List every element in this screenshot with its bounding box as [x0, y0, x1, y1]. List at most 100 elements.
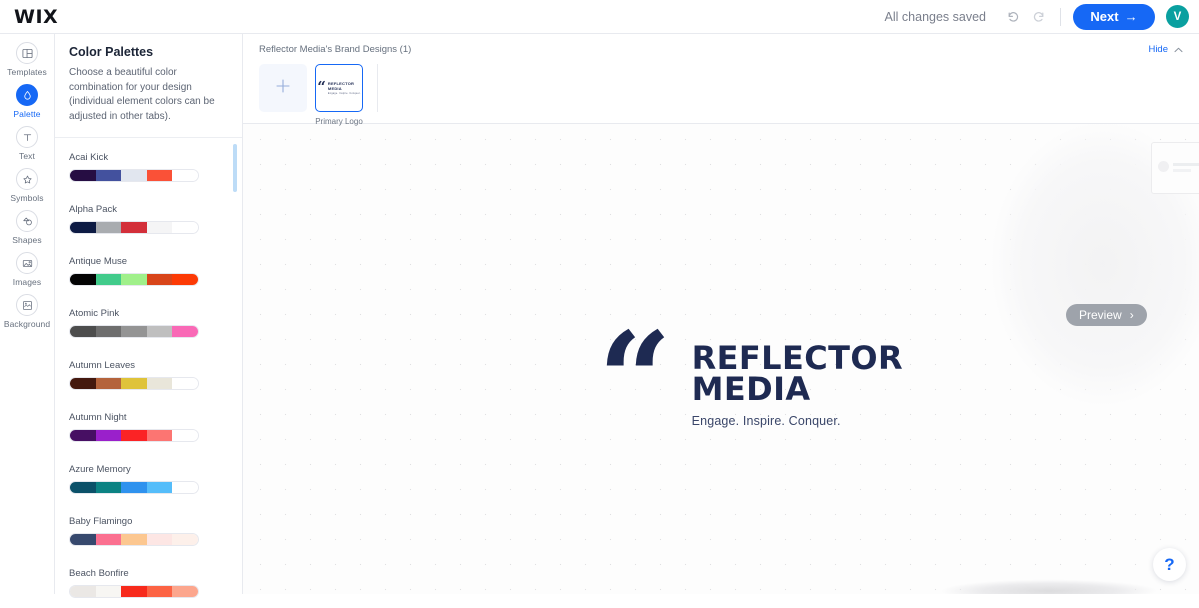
shapes-icon [16, 210, 38, 232]
mini-logo-text: REFLECTOR MEDIA Engage. Inspire. Conquer… [328, 81, 361, 95]
mini-logo: “ REFLECTOR MEDIA Engage. Inspire. Conqu… [317, 79, 361, 96]
hide-label: Hide [1148, 43, 1168, 55]
avatar[interactable]: V [1166, 5, 1189, 28]
palette-swatch [121, 378, 147, 389]
brand-design-item: “ REFLECTOR MEDIA Engage. Inspire. Conqu… [315, 64, 363, 126]
help-button[interactable]: ? [1153, 548, 1186, 581]
palette-name: Antique Muse [69, 256, 128, 267]
design-canvas[interactable]: “ REFLECTOR MEDIA Engage. Inspire. Conqu… [243, 124, 1199, 594]
palette-swatches[interactable] [69, 377, 199, 390]
palette-swatch [95, 170, 122, 181]
brand-designs-header: Reflector Media's Brand Designs (1) Hide [243, 34, 1199, 58]
palette-swatch [70, 534, 96, 545]
palette-swatches[interactable] [69, 533, 199, 546]
text-icon [16, 126, 38, 148]
brand-designs-items: “ REFLECTOR MEDIA Engage. Inspire. Conqu… [243, 58, 1199, 126]
add-design-button[interactable] [259, 64, 307, 112]
palette-item[interactable]: Azure Memory [55, 464, 242, 494]
palette-swatch [70, 222, 96, 233]
palette-swatch [70, 170, 96, 181]
palette-list: Acai Kick Alpha Pack Antique Muse Atomic Pi… [55, 138, 242, 608]
palette-swatch [146, 170, 173, 181]
sidebar-item-text[interactable]: Text [0, 126, 54, 161]
palette-name: Azure Memory [69, 464, 131, 475]
mini-logo-name-line2: MEDIA [327, 86, 342, 91]
sidebar-item-label: Text [19, 151, 35, 161]
palette-item[interactable]: Baby Flamingo [55, 516, 242, 546]
star-icon [16, 168, 38, 190]
mockup-plate-shape [899, 579, 1199, 594]
palette-swatch [95, 222, 122, 233]
palette-swatches[interactable] [69, 481, 199, 494]
undo-icon[interactable] [1000, 4, 1026, 30]
quote-mark-icon: “ [598, 305, 672, 455]
palette-swatch [70, 586, 96, 597]
templates-icon [16, 42, 38, 64]
palette-name: Autumn Leaves [69, 360, 136, 371]
palette-icon [16, 84, 38, 106]
brand-design-caption: Primary Logo [315, 117, 363, 126]
palette-swatch [70, 378, 96, 389]
hide-toggle[interactable]: Hide [1148, 40, 1183, 58]
palette-scrollbar-thumb[interactable] [233, 144, 237, 192]
sidebar-item-label: Background [3, 319, 51, 329]
left-rail: Templates Palette Text Symbols Shapes Im… [0, 34, 55, 594]
palette-item[interactable]: Autumn Night [55, 412, 242, 442]
preview-button-label: Preview [1079, 308, 1122, 322]
palette-swatch [172, 378, 198, 389]
palette-swatches[interactable] [69, 273, 199, 286]
palette-swatch [172, 222, 198, 233]
preview-button[interactable]: Preview › [1066, 304, 1147, 326]
palette-swatch [146, 534, 173, 545]
sidebar-item-label: Symbols [10, 193, 44, 203]
palette-swatch [146, 586, 173, 597]
palette-item[interactable]: Autumn Leaves [55, 360, 242, 390]
palette-swatches[interactable] [69, 325, 199, 338]
logo-text-group: REFLECTOR MEDIA Engage. Inspire. Conquer… [692, 334, 903, 428]
palette-swatch [146, 430, 173, 441]
palette-swatches[interactable] [69, 585, 199, 598]
sidebar-item-symbols[interactable]: Symbols [0, 168, 54, 203]
panel-header: Color Palettes Choose a beautiful color … [55, 34, 242, 138]
brand-design-thumbnail-primary-logo[interactable]: “ REFLECTOR MEDIA Engage. Inspire. Conqu… [315, 64, 363, 112]
palette-swatch [121, 274, 147, 285]
arrow-right-icon: → [1124, 9, 1138, 24]
image-icon [16, 252, 38, 274]
palette-item[interactable]: Alpha Pack [55, 204, 242, 234]
sidebar-item-background[interactable]: Background [0, 294, 54, 329]
sidebar-item-templates[interactable]: Templates [0, 42, 54, 77]
palette-name: Atomic Pink [69, 308, 120, 319]
sidebar-item-images[interactable]: Images [0, 252, 54, 287]
sidebar-item-shapes[interactable]: Shapes [0, 210, 54, 245]
brand-designs-title: Reflector Media's Brand Designs (1) [259, 43, 412, 55]
palette-name: Alpha Pack [69, 204, 118, 215]
palette-swatch [121, 534, 147, 545]
wix-logo[interactable]: WIX [14, 6, 58, 28]
palette-item[interactable]: Antique Muse [55, 256, 242, 286]
next-button[interactable]: Next → [1073, 3, 1155, 30]
logo-artwork[interactable]: “ REFLECTOR MEDIA Engage. Inspire. Conqu… [598, 305, 903, 455]
palette-item[interactable]: Acai Kick [55, 152, 242, 182]
palette-swatch [70, 274, 96, 285]
strip-divider [377, 64, 378, 112]
sidebar-item-label: Palette [13, 109, 41, 119]
palette-name: Acai Kick [69, 152, 109, 163]
palette-swatches[interactable] [69, 221, 199, 234]
palette-swatch [172, 482, 198, 493]
palette-swatches[interactable] [69, 169, 199, 182]
mockup-card-bar [1173, 163, 1199, 166]
palette-swatch [70, 430, 96, 441]
palette-scrollbar-track[interactable] [233, 138, 237, 608]
palette-swatch [95, 326, 122, 337]
toolbar-divider [1060, 7, 1061, 26]
palette-swatch [95, 482, 122, 493]
palette-swatch [146, 482, 173, 493]
sidebar-item-palette[interactable]: Palette [0, 84, 54, 119]
palette-item[interactable]: Atomic Pink [55, 308, 242, 338]
palette-swatch [121, 482, 147, 493]
palette-swatches[interactable] [69, 429, 199, 442]
sidebar-item-label: Images [12, 277, 42, 287]
background-icon [16, 294, 38, 316]
redo-icon[interactable] [1026, 4, 1052, 30]
palette-swatch [95, 534, 122, 545]
